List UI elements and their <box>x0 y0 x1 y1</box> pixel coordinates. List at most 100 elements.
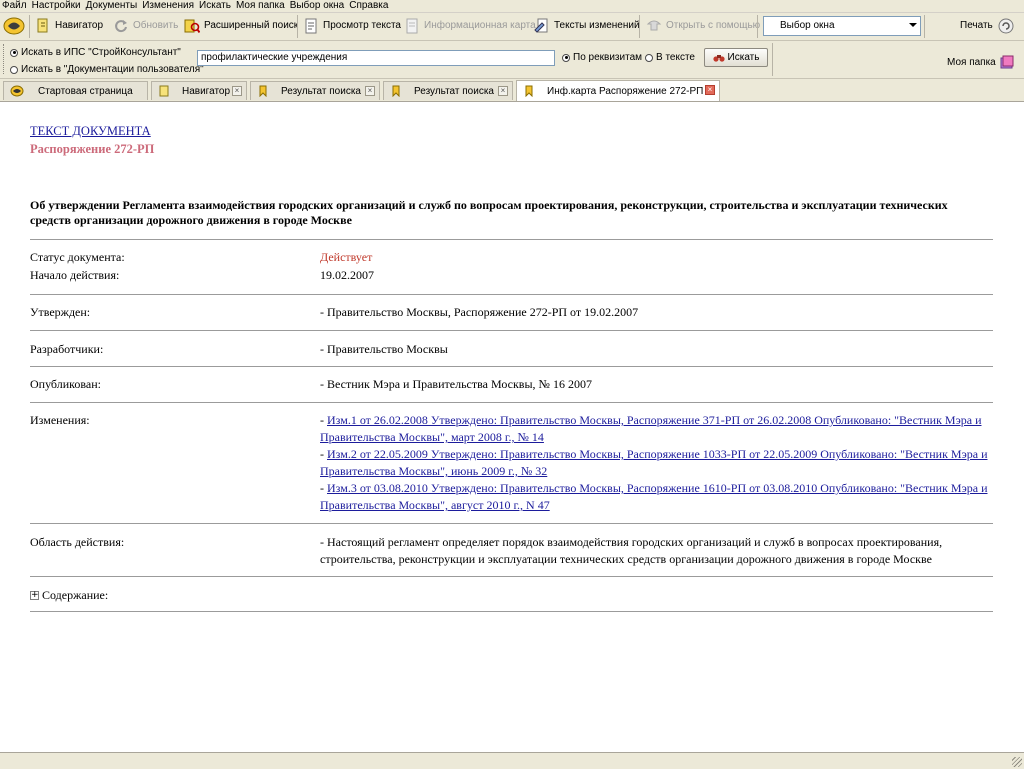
binoculars-icon <box>712 54 725 62</box>
toolbar-grip[interactable] <box>3 44 7 74</box>
navigator-label: Навигатор <box>55 20 104 31</box>
navigator-icon <box>159 85 169 97</box>
status-value: Действует <box>320 250 373 264</box>
refresh-button[interactable]: Обновить <box>113 16 178 36</box>
tab-search-result-2-label: Результат поиска <box>414 85 494 97</box>
view-text-button[interactable]: Просмотр текста <box>303 16 401 36</box>
approved-value: - Правительство Москвы, Распоряжение 272… <box>320 305 639 319</box>
divider <box>30 330 993 331</box>
mode-radio-text[interactable]: В тексте <box>645 52 695 63</box>
document-info-card: ТЕКСТ ДОКУМЕНТА Распоряжение 272-РП Об у… <box>0 102 1024 752</box>
tab-navigator[interactable]: Навигатор × <box>151 81 247 100</box>
refresh-label: Обновить <box>133 20 179 31</box>
change-link[interactable]: Изм.1 от 26.02.2008 Утверждено: Правител… <box>320 413 982 444</box>
folder-icon <box>1000 55 1014 69</box>
info-card-icon <box>525 85 533 97</box>
status-bar <box>0 752 1024 769</box>
start-date-value: 19.02.2007 <box>320 268 374 282</box>
menu-window-select[interactable]: Выбор окна <box>288 0 348 11</box>
search-panel: Искать в ИПС "СтройКонсультант" Искать в… <box>0 41 1024 79</box>
home-logo-icon <box>3 17 25 35</box>
changes-label: Изменения: <box>30 413 90 427</box>
mode-radio-requisites[interactable]: По реквизитам <box>562 52 642 63</box>
home-button[interactable] <box>3 16 25 36</box>
contents-expander[interactable]: + Содержание: <box>30 588 108 603</box>
divider <box>30 294 993 295</box>
change-link[interactable]: Изм.2 от 22.05.2009 Утверждено: Правител… <box>320 447 988 478</box>
document-number: Распоряжение 272-РП <box>30 142 155 156</box>
tab-bar: Стартовая страница Навигатор × Результат… <box>0 79 1024 102</box>
start-page-icon <box>10 85 24 97</box>
change-texts-label: Тексты изменений <box>554 20 640 31</box>
menu-search[interactable]: Искать <box>197 0 234 11</box>
published-value: - Вестник Мэра и Правительства Москвы, №… <box>320 377 592 391</box>
scope-radio-ips-label: Искать в ИПС "СтройКонсультант" <box>21 47 181 58</box>
navigator-button[interactable]: Навигатор <box>35 16 103 36</box>
document-text-link[interactable]: ТЕКСТ ДОКУМЕНТА <box>30 124 151 139</box>
menu-help[interactable]: Справка <box>347 0 391 11</box>
resize-grip-icon[interactable] <box>1012 757 1022 767</box>
divider <box>30 576 993 577</box>
change-texts-button[interactable]: Тексты изменений <box>534 16 640 36</box>
change-texts-icon <box>534 18 548 33</box>
my-folder-button[interactable]: Моя папка <box>947 54 1015 70</box>
advanced-search-button[interactable]: Расширенный поиск <box>184 16 298 36</box>
advanced-search-icon <box>184 19 200 34</box>
navigator-icon <box>37 18 48 33</box>
radio-unselected-icon <box>10 65 18 74</box>
change-link[interactable]: Изм.3 от 03.08.2010 Утверждено: Правител… <box>320 481 988 512</box>
menu-settings[interactable]: Настройки <box>30 0 84 11</box>
advanced-search-label: Расширенный поиск <box>204 20 299 31</box>
close-icon[interactable]: × <box>365 86 375 96</box>
refresh-icon <box>115 20 127 33</box>
divider <box>30 239 993 240</box>
close-icon[interactable]: × <box>498 86 508 96</box>
tab-search-result-1-label: Результат поиска <box>281 85 361 97</box>
expand-plus-icon[interactable]: + <box>30 591 39 600</box>
tab-navigator-label: Навигатор <box>182 85 231 97</box>
open-with-label: Открыть с помощью <box>666 20 761 31</box>
divider <box>30 366 993 367</box>
menu-documents[interactable]: Документы <box>84 0 141 11</box>
published-label: Опубликован: <box>30 377 101 391</box>
main-toolbar: Навигатор Обновить Расширенный поиск Про… <box>0 13 1024 41</box>
menu-changes[interactable]: Изменения <box>140 0 197 11</box>
change-item: - Изм.1 от 26.02.2008 Утверждено: Правит… <box>320 413 982 444</box>
print-label: Печать <box>960 20 993 31</box>
developers-label: Разработчики: <box>30 342 104 356</box>
menu-my-folder[interactable]: Моя папка <box>234 0 288 11</box>
info-card-button[interactable]: Информационная карта <box>404 16 536 36</box>
tab-search-result-2[interactable]: Результат поиска × <box>383 81 513 100</box>
status-label: Статус документа: <box>30 250 125 264</box>
menu-file[interactable]: Файл <box>0 0 30 11</box>
radio-selected-icon <box>562 53 570 62</box>
open-with-button[interactable]: Открыть с помощью <box>646 16 760 36</box>
search-button[interactable]: Искать <box>704 48 768 67</box>
view-text-label: Просмотр текста <box>323 20 401 31</box>
scope-radio-user-docs[interactable]: Искать в "Документации пользователя" <box>10 64 204 75</box>
info-card-icon <box>406 18 418 34</box>
developers-value: - Правительство Москвы <box>320 342 448 356</box>
radio-selected-icon <box>10 48 18 57</box>
change-item: - Изм.3 от 03.08.2010 Утверждено: Правит… <box>320 481 988 512</box>
close-icon[interactable]: × <box>705 85 715 95</box>
open-with-icon <box>646 20 662 31</box>
close-icon[interactable]: × <box>232 86 242 96</box>
mode-radio-text-label: В тексте <box>656 52 695 63</box>
tab-info-card-label: Инф.карта Распоряжение 272-РП ... <box>547 85 715 97</box>
info-card-label: Информационная карта <box>424 20 536 31</box>
print-button[interactable]: Печать <box>960 16 1015 36</box>
tab-info-card[interactable]: Инф.карта Распоряжение 272-РП ... × <box>516 80 720 101</box>
tab-start-page-label: Стартовая страница <box>38 85 133 97</box>
search-result-icon <box>392 85 400 97</box>
search-input[interactable]: профилактические учреждения <box>197 50 555 66</box>
tab-search-result-1[interactable]: Результат поиска × <box>250 81 380 100</box>
search-result-icon <box>259 85 267 97</box>
tab-start-page[interactable]: Стартовая страница <box>3 81 148 100</box>
divider <box>30 402 993 403</box>
window-select-dropdown[interactable]: Выбор окна <box>763 16 921 36</box>
radio-unselected-icon <box>645 53 653 62</box>
scope-radio-ips[interactable]: Искать в ИПС "СтройКонсультант" <box>10 47 181 58</box>
my-folder-label: Моя папка <box>947 56 996 68</box>
approved-label: Утвержден: <box>30 305 91 319</box>
